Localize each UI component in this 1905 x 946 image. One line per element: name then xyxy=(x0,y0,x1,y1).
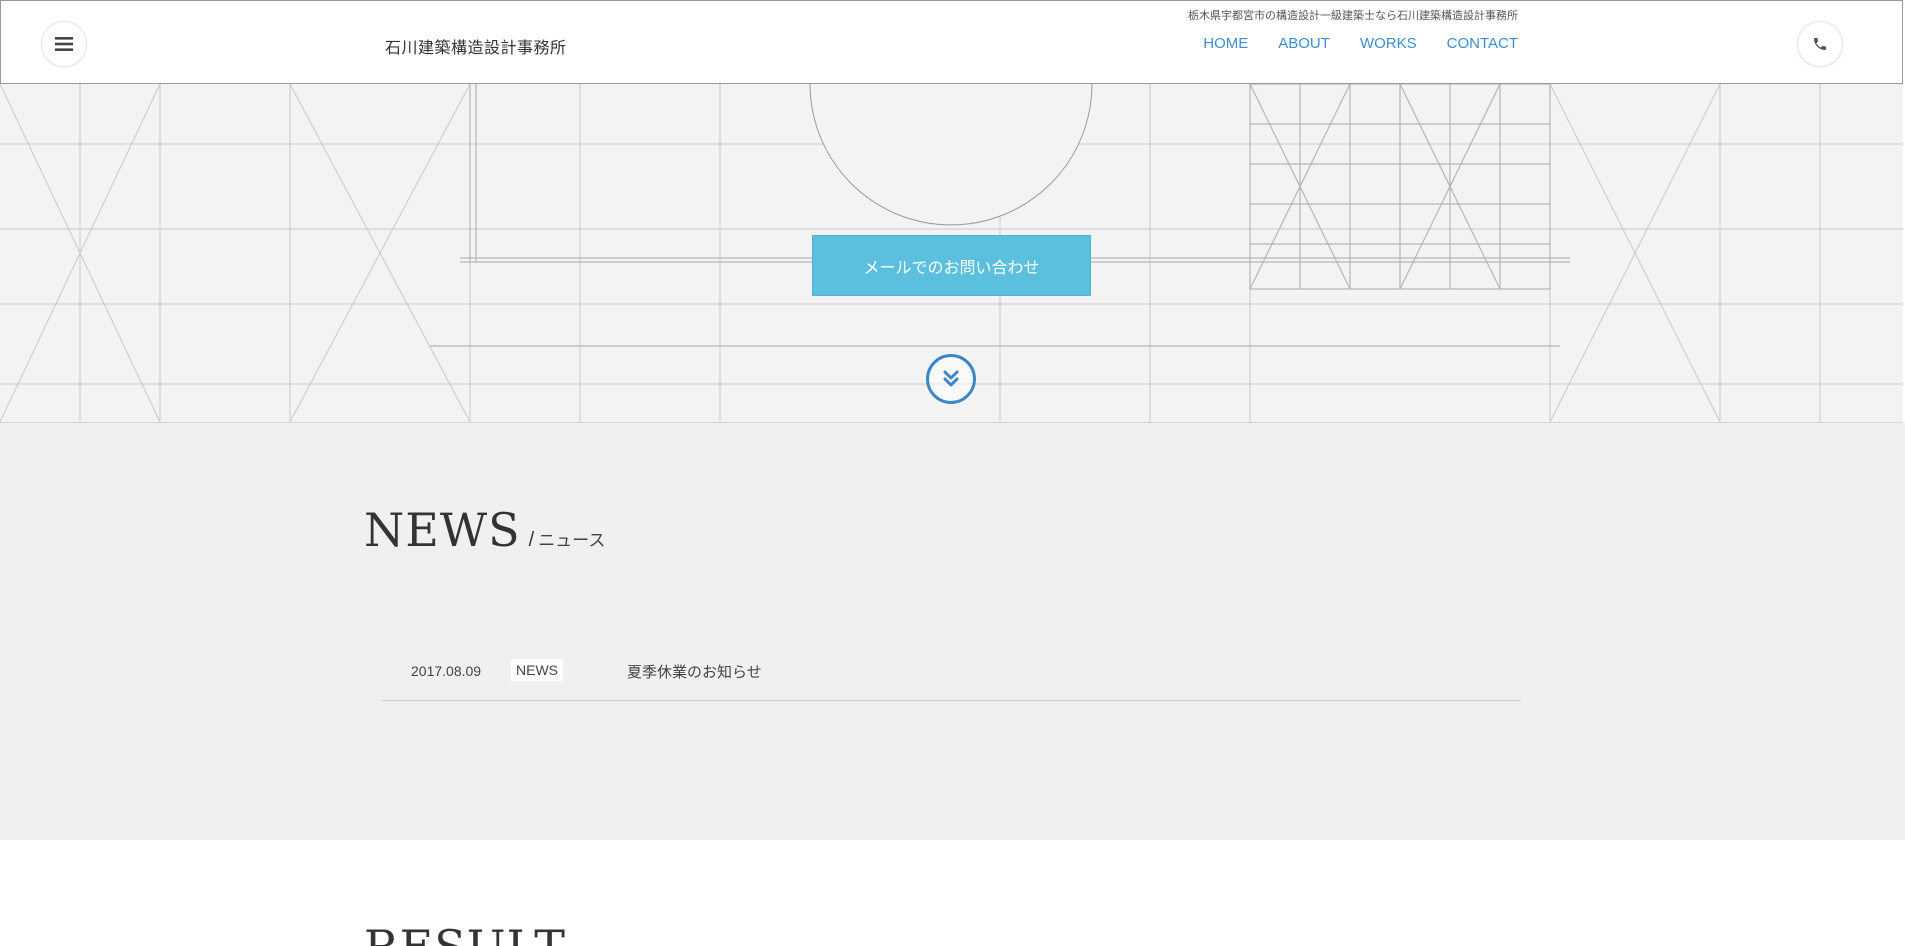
site-logo[interactable]: 石川建築構造設計事務所 xyxy=(385,34,567,58)
nav-about[interactable]: ABOUT xyxy=(1278,35,1330,52)
nav-contact[interactable]: CONTACT xyxy=(1447,35,1518,52)
news-item-title[interactable]: 夏季休業のお知らせ xyxy=(627,661,762,682)
news-heading: NEWS / ニュース xyxy=(364,503,605,557)
site-header: 石川建築構造設計事務所 栃木県宇都宮市の構造設計一級建築士なら石川建築構造設計事… xyxy=(0,0,1903,84)
news-section: NEWS / ニュース 2017.08.09 NEWS 夏季休業のお知らせ xyxy=(0,423,1905,840)
hero-section: メールでのお問い合わせ xyxy=(0,84,1903,423)
news-subtitle: ニュース xyxy=(538,531,606,550)
result-heading: RESULT / xyxy=(364,920,580,946)
result-title: RESULT xyxy=(364,920,566,946)
news-title-slash: / xyxy=(528,529,535,551)
nav-home[interactable]: HOME xyxy=(1203,35,1248,52)
site-tagline: 栃木県宇都宮市の構造設計一級建築士なら石川建築構造設計事務所 xyxy=(1188,10,1518,22)
news-date: 2017.08.09 xyxy=(411,663,482,679)
scroll-down-button[interactable] xyxy=(926,354,976,404)
news-title: NEWS xyxy=(364,503,521,557)
main-nav: HOME ABOUT WORKS CONTACT xyxy=(1203,35,1518,52)
phone-button[interactable] xyxy=(1797,21,1843,67)
hamburger-menu-icon xyxy=(55,37,73,51)
phone-icon xyxy=(1814,38,1826,50)
nav-works[interactable]: WORKS xyxy=(1360,35,1417,52)
news-list-item[interactable]: 2017.08.09 NEWS 夏季休業のお知らせ xyxy=(382,650,1521,701)
news-category-badge: NEWS xyxy=(511,659,563,681)
double-chevron-down-icon xyxy=(943,370,959,387)
result-section: RESULT / xyxy=(0,840,1905,946)
email-contact-button[interactable]: メールでのお問い合わせ xyxy=(812,235,1091,296)
menu-button[interactable] xyxy=(41,21,87,67)
